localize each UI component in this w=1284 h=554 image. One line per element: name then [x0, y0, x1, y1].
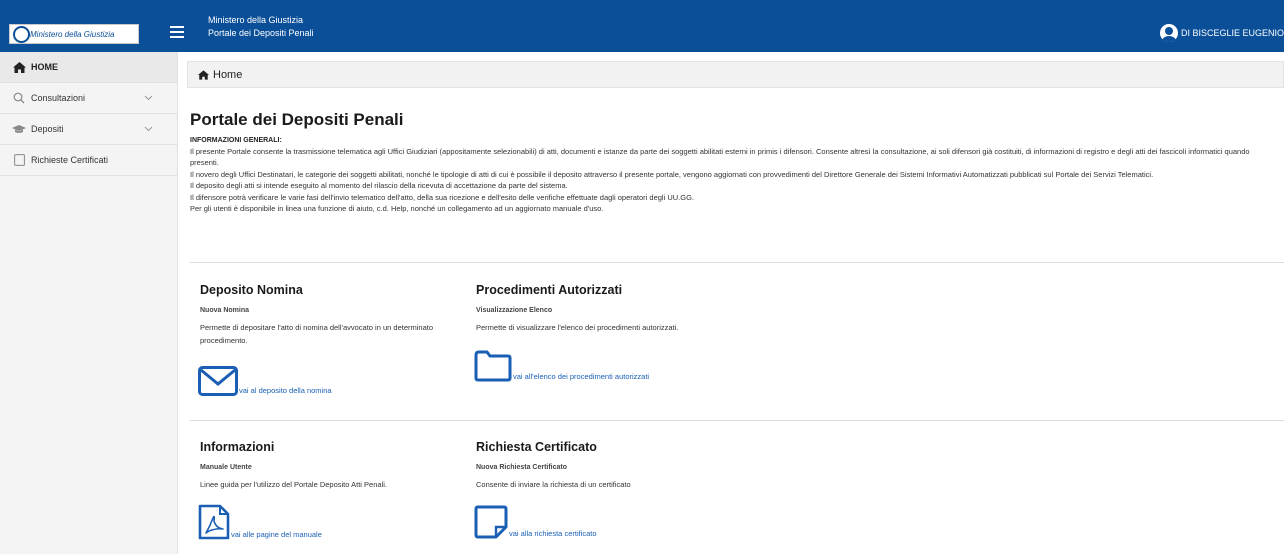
home-icon: [12, 61, 26, 73]
card-title: Procedimenti Autorizzati: [476, 283, 623, 297]
section-divider: [190, 420, 1284, 421]
search-icon: [12, 92, 26, 104]
card-richiesta-certificato: Richiesta Certificato Nuova Richiesta Ce…: [476, 440, 746, 491]
info-paragraph: Il novero degli Uffici Destinatari, le c…: [190, 169, 1154, 179]
card-subtitle: Nuova Nomina: [200, 307, 250, 314]
note-icon: [474, 505, 508, 539]
sidebar-item-consultazioni[interactable]: Consultazioni: [0, 83, 177, 114]
sidebar: HOME Consultazioni Depositi Richieste Ce…: [0, 52, 178, 554]
header-title-line2: Portale dei Depositi Penali: [208, 28, 314, 38]
folder-icon: [474, 350, 512, 382]
deposito-nomina-link[interactable]: vai al deposito della nomina: [198, 366, 332, 396]
logo-emblem-icon: [13, 26, 30, 43]
card-informazioni: Informazioni Manuale Utente Linee guida …: [200, 440, 470, 491]
top-header: Ministero della Giustizia Ministero dell…: [0, 0, 1284, 52]
envelope-icon: [198, 366, 238, 396]
card-description: Permette di depositare l'atto di nomina …: [200, 323, 433, 345]
card-procedimenti-autorizzati: Procedimenti Autorizzati Visualizzazione…: [476, 283, 746, 334]
info-paragraph: Il presente Portale consente la trasmiss…: [190, 147, 1250, 168]
page-title: Portale dei Depositi Penali: [190, 110, 404, 129]
card-title: Richiesta Certificato: [476, 440, 597, 454]
user-name: DI BISCEGLIE EUGENIO: [1180, 28, 1284, 38]
card-subtitle: Manuale Utente: [200, 464, 252, 471]
sidebar-item-depositi[interactable]: Depositi: [0, 114, 177, 145]
breadcrumb-home-link[interactable]: Home: [213, 69, 242, 81]
header-title: Ministero della Giustizia Portale dei De…: [208, 14, 314, 40]
sidebar-item-label: Richieste Certificati: [31, 155, 109, 165]
info-heading: INFORMAZIONI GENERALI:: [190, 137, 282, 144]
card-subtitle: Nuova Richiesta Certificato: [476, 464, 568, 471]
chevron-down-icon[interactable]: [144, 124, 153, 133]
info-paragraph: Per gli utenti è disponibile in linea un…: [190, 204, 604, 214]
header-title-line1: Ministero della Giustizia: [208, 15, 304, 25]
card-subtitle: Visualizzazione Elenco: [476, 307, 553, 314]
menu-toggle-icon[interactable]: [170, 26, 184, 38]
link-label[interactable]: vai al deposito della nomina: [239, 386, 332, 395]
link-label[interactable]: vai all'elenco dei procedimenti autorizz…: [513, 372, 649, 381]
info-text: Il presente Portale consente la trasmiss…: [190, 146, 1280, 214]
info-paragraph: Il deposito degli atti si intende esegui…: [190, 181, 568, 191]
procedimenti-autorizzati-link[interactable]: vai all'elenco dei procedimenti autorizz…: [474, 350, 649, 382]
card-description: Consente di inviare la richiesta di un c…: [476, 480, 631, 489]
richiesta-certificato-link[interactable]: vai alla richiesta certificato: [474, 505, 597, 539]
sidebar-item-home[interactable]: HOME: [0, 52, 177, 83]
section-divider: [190, 262, 1284, 263]
breadcrumb: Home: [187, 61, 1284, 88]
document-icon: [12, 154, 26, 166]
card-description: Permette di visualizzare l'elenco dei pr…: [476, 323, 679, 332]
user-avatar-icon: [1159, 24, 1178, 42]
card-deposito-nomina: Deposito Nomina Nuova Nomina Permette di…: [200, 283, 470, 347]
link-label[interactable]: vai alle pagine del manuale: [231, 530, 322, 539]
link-label[interactable]: vai alla richiesta certificato: [509, 529, 597, 538]
sidebar-item-label: Consultazioni: [31, 93, 86, 103]
sidebar-item-richieste-certificati[interactable]: Richieste Certificati: [0, 145, 177, 176]
graduation-cap-icon: [12, 123, 26, 135]
sidebar-item-label: Depositi: [31, 124, 64, 134]
manuale-link[interactable]: vai alle pagine del manuale: [198, 504, 322, 540]
pdf-icon: [198, 504, 230, 540]
info-paragraph: Il difensore potrà verificare le varie f…: [190, 192, 695, 202]
card-title: Deposito Nomina: [200, 283, 303, 297]
card-description: Linee guida per l'utilizzo del Portale D…: [200, 480, 387, 489]
card-title: Informazioni: [200, 440, 275, 454]
sidebar-item-label: HOME: [31, 62, 58, 72]
logo-text: Ministero della Giustizia: [30, 29, 115, 39]
home-icon: [198, 69, 209, 80]
ministry-logo[interactable]: Ministero della Giustizia: [9, 24, 139, 44]
chevron-down-icon[interactable]: [144, 93, 153, 102]
user-menu[interactable]: DI BISCEGLIE EUGENIO: [1159, 22, 1284, 44]
